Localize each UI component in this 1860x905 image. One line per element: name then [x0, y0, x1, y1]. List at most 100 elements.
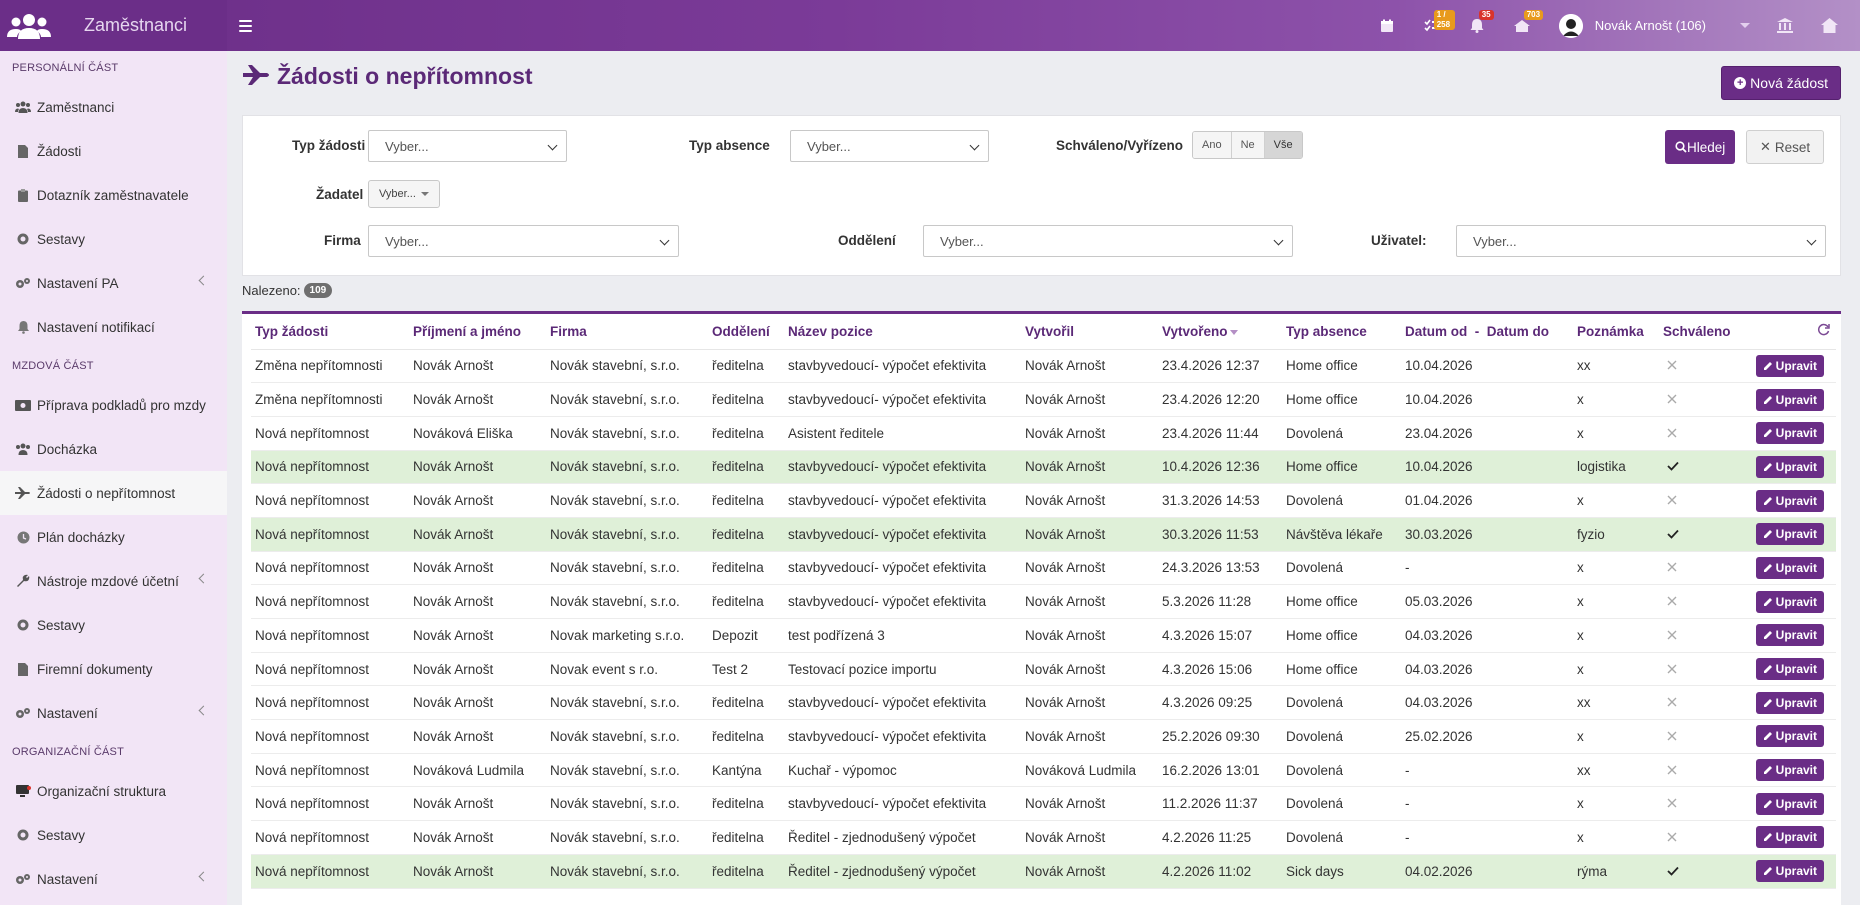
table-row[interactable]: Změna nepřítomnosti Novák Arnošt Novák sta…: [251, 382, 1836, 417]
col-department[interactable]: Oddělení: [708, 314, 784, 350]
user-select[interactable]: Vyber...: [1456, 225, 1826, 257]
sidebar-item-pa-settings[interactable]: Nastavení PA: [0, 261, 227, 305]
cell-actions: Upravit: [1744, 854, 1836, 889]
department-select[interactable]: Vyber...: [923, 225, 1293, 257]
sidebar-item-payroll-tools[interactable]: Nástroje mzdové účetní: [0, 559, 227, 603]
edit-button[interactable]: Upravit: [1755, 422, 1824, 445]
applicant-select[interactable]: Vyber...: [368, 180, 440, 208]
sidebar-item-employees[interactable]: Zaměstnanci: [0, 85, 227, 129]
sidebar-item-absence-requests[interactable]: Žádosti o nepřítomnost: [0, 471, 227, 515]
sidebar-item-employer-questionnaire[interactable]: Dotazník zaměstnavatele: [0, 173, 227, 217]
sidebar-item-attendance-plan[interactable]: Plán docházky: [0, 515, 227, 559]
edit-button[interactable]: Upravit: [1755, 826, 1824, 849]
table-row[interactable]: Nová nepřítomnost Novák Arnošt Novák stave…: [251, 517, 1836, 552]
sidebar-item-notification-settings[interactable]: Nastavení notifikací: [0, 305, 227, 349]
table-row[interactable]: Nová nepřítomnost Nováková Eliška Novák st…: [251, 416, 1836, 451]
edit-label: Upravit: [1775, 392, 1817, 407]
edit-button[interactable]: Upravit: [1755, 556, 1824, 579]
table-row[interactable]: Nová nepřítomnost Novák Arnošt Novák stave…: [251, 551, 1836, 586]
cell-company: Novák stavební, s.r.o.: [546, 416, 708, 451]
company-select[interactable]: Vyber...: [368, 225, 679, 257]
sidebar-item-company-documents[interactable]: Firemní dokumenty: [0, 647, 227, 691]
absence-type-select[interactable]: Vyber...: [790, 130, 989, 162]
calendar-icon[interactable]: [1365, 0, 1410, 51]
edit-button[interactable]: Upravit: [1755, 759, 1824, 782]
col-name[interactable]: Příjmení a jméno: [409, 314, 546, 350]
approved-all-option[interactable]: Vše: [1264, 132, 1302, 158]
cell-created: 23.4.2026 12:20: [1158, 382, 1282, 417]
sidebar-item-org-structure[interactable]: Organizační struktura: [0, 769, 227, 813]
edit-button[interactable]: Upravit: [1755, 590, 1824, 613]
col-created-by[interactable]: Vytvořil: [1021, 314, 1158, 350]
sidebar-item-org-settings[interactable]: Nastavení: [0, 857, 227, 901]
refresh-icon[interactable]: [1817, 323, 1830, 336]
edit-button[interactable]: Upravit: [1755, 489, 1824, 512]
edit-button[interactable]: Upravit: [1755, 624, 1824, 647]
chevron-down-icon: [547, 140, 558, 151]
sidebar-item-reports[interactable]: Sestavy: [0, 217, 227, 261]
sidebar-item-requests[interactable]: Žádosti: [0, 129, 227, 173]
users-logo-icon: [0, 0, 58, 51]
sort-desc-icon: [1229, 329, 1238, 335]
sidebar-item-payroll-settings[interactable]: Nastavení: [0, 691, 227, 735]
col-absence-type[interactable]: Typ absence: [1282, 314, 1401, 350]
edit-button[interactable]: Upravit: [1755, 523, 1824, 546]
bank-icon[interactable]: [1762, 0, 1807, 51]
edit-button[interactable]: Upravit: [1755, 658, 1824, 681]
reset-button[interactable]: ✕ Reset: [1746, 130, 1825, 164]
gears-icon: [15, 276, 31, 290]
table-row[interactable]: Nová nepřítomnost Novák Arnošt Novák stave…: [251, 685, 1836, 721]
edit-button[interactable]: Upravit: [1755, 860, 1824, 883]
sidebar-item-org-reports[interactable]: Sestavy: [0, 813, 227, 857]
table-row[interactable]: Nová nepřítomnost Novák Arnošt Novák stave…: [251, 854, 1836, 889]
cross-icon: [1667, 662, 1677, 677]
edit-button[interactable]: Upravit: [1755, 725, 1824, 748]
table-row[interactable]: Nová nepřítomnost Novák Arnošt Novák stave…: [251, 483, 1836, 518]
bell-icon[interactable]: 35: [1455, 0, 1500, 51]
user-menu[interactable]: Novák Arnošt (106): [1558, 13, 1750, 38]
sidebar-item-payroll-prep[interactable]: Příprava podkladů pro mzdy: [0, 383, 227, 427]
menu-toggle-icon[interactable]: [239, 16, 259, 36]
department-value: Vyber...: [940, 233, 984, 249]
sidebar-item-payroll-reports[interactable]: Sestavy: [0, 603, 227, 647]
col-note[interactable]: Poznámka: [1573, 314, 1659, 350]
table-row[interactable]: Nová nepřítomnost Novák Arnošt Novak marke…: [251, 618, 1836, 653]
brand[interactable]: Zaměstnanci: [0, 0, 227, 51]
sidebar-item-attendance[interactable]: Docházka: [0, 427, 227, 471]
edit-button[interactable]: Upravit: [1755, 354, 1824, 377]
cell-absence-type: Home office: [1282, 450, 1401, 485]
cell-absence-type: Dovolená: [1282, 786, 1401, 822]
edit-button[interactable]: Upravit: [1755, 455, 1824, 478]
col-approved[interactable]: Schváleno: [1659, 314, 1744, 350]
cell-note: x: [1573, 584, 1659, 619]
edit-button[interactable]: Upravit: [1755, 388, 1824, 411]
table-row[interactable]: Změna nepřítomnosti Novák Arnošt Novák sta…: [251, 349, 1836, 384]
col-request-type[interactable]: Typ žádosti: [251, 314, 409, 350]
request-type-select[interactable]: Vyber...: [368, 130, 567, 162]
col-position[interactable]: Název pozice: [784, 314, 1021, 350]
eye-icon: [15, 232, 31, 246]
col-company[interactable]: Firma: [546, 314, 708, 350]
cell-date-from: 04.03.2026: [1401, 618, 1573, 653]
department-label: Oddělení: [838, 233, 896, 248]
col-created[interactable]: Vytvořeno: [1158, 314, 1282, 350]
table-row[interactable]: Nová nepřítomnost Novák Arnošt Novák stave…: [251, 450, 1836, 485]
table-row[interactable]: Nová nepřítomnost Novák Arnošt Novák stave…: [251, 786, 1836, 822]
home-icon[interactable]: [1807, 0, 1852, 51]
cell-actions: Upravit: [1744, 382, 1836, 417]
edit-button[interactable]: Upravit: [1755, 792, 1824, 815]
col-date-range[interactable]: Datum od - Datum do: [1401, 314, 1573, 350]
pencil-icon: [1763, 429, 1772, 438]
new-request-button[interactable]: + Nová žádost: [1721, 66, 1841, 100]
approved-yes-option[interactable]: Ano: [1193, 132, 1232, 158]
table-row[interactable]: Nová nepřítomnost Novák Arnošt Novák stave…: [251, 820, 1836, 855]
search-button[interactable]: Hledej: [1665, 130, 1736, 164]
table-row[interactable]: Nová nepřítomnost Novák Arnošt Novák stave…: [251, 719, 1836, 754]
table-row[interactable]: Nová nepřítomnost Novák Arnošt Novak event…: [251, 652, 1836, 687]
messages-icon[interactable]: 703: [1500, 0, 1545, 51]
tasks-icon[interactable]: 1 / 258: [1410, 0, 1455, 51]
table-row[interactable]: Nová nepřítomnost Novák Arnošt Novák stave…: [251, 584, 1836, 619]
approved-no-option[interactable]: Ne: [1231, 132, 1265, 158]
edit-button[interactable]: Upravit: [1755, 691, 1824, 714]
table-row[interactable]: Nová nepřítomnost Nováková Ludmila Novák s…: [251, 753, 1836, 788]
